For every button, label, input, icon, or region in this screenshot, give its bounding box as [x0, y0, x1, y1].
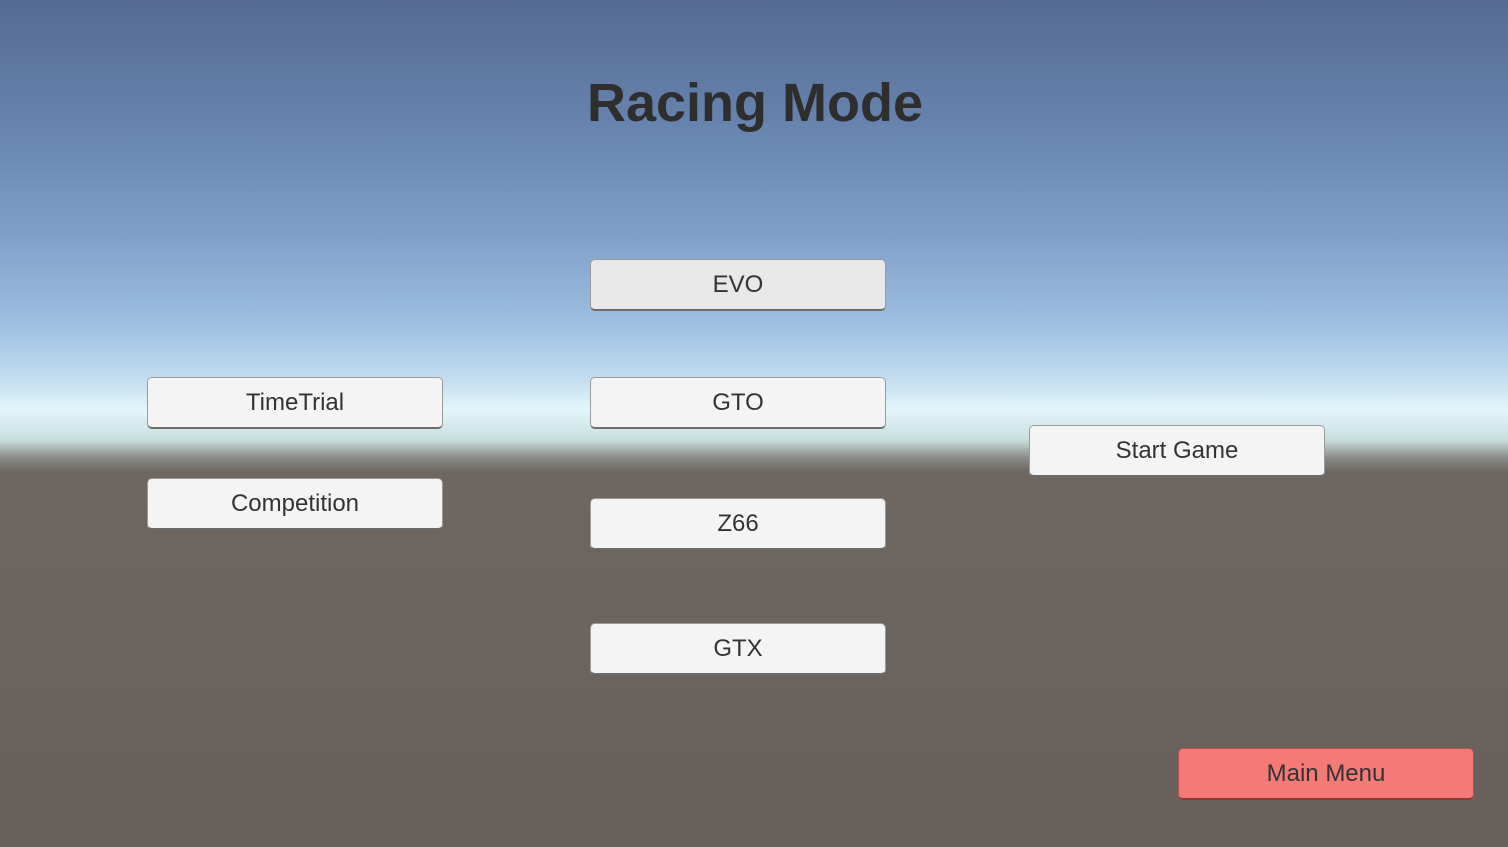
mode-competition-button[interactable]: Competition: [147, 478, 443, 530]
main-menu-button[interactable]: Main Menu: [1178, 748, 1474, 800]
car-z66-button[interactable]: Z66: [590, 498, 886, 550]
start-game-button[interactable]: Start Game: [1029, 425, 1325, 477]
page-title: Racing Mode: [586, 73, 924, 133]
car-gtx-button[interactable]: GTX: [590, 623, 886, 675]
car-evo-button[interactable]: EVO: [590, 259, 886, 311]
mode-timetrial-button[interactable]: TimeTrial: [147, 377, 443, 429]
car-gto-button[interactable]: GTO: [590, 377, 886, 429]
